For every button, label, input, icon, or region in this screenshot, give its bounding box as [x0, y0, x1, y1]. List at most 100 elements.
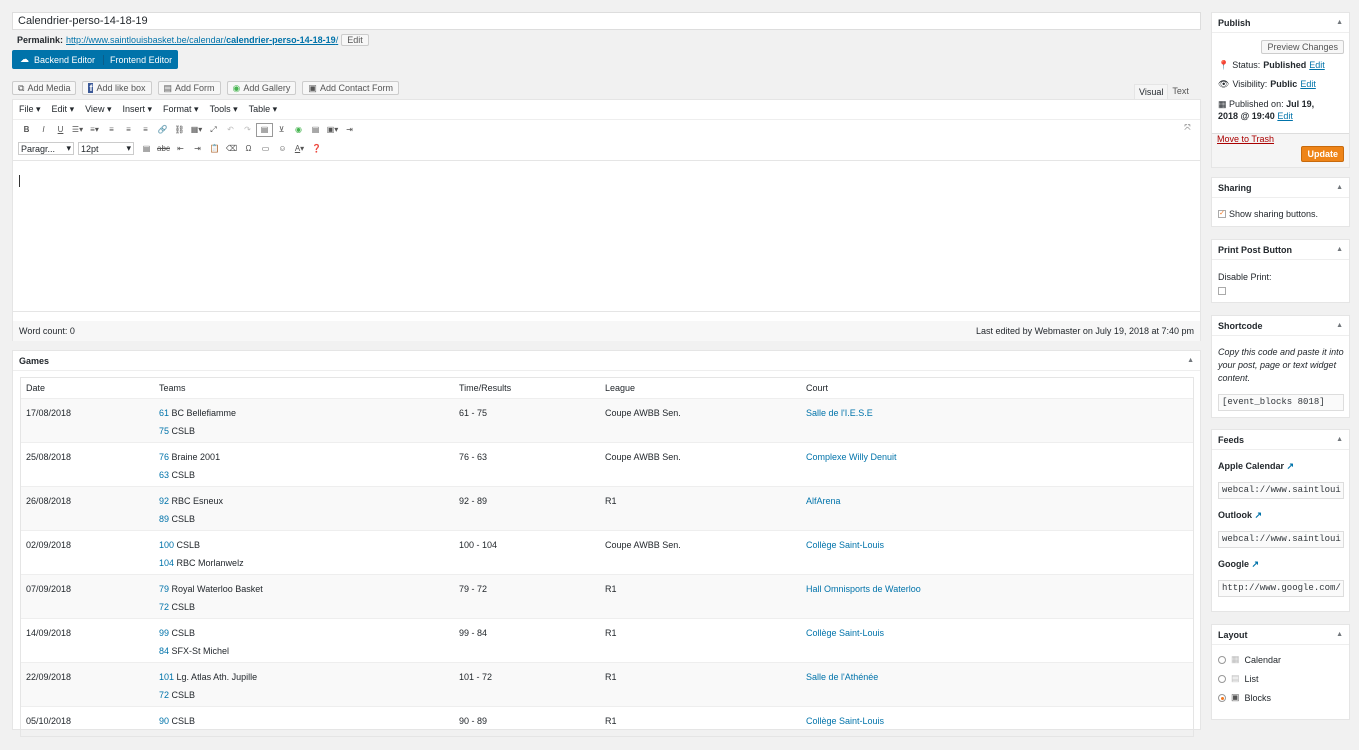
help-icon[interactable]: ❓ — [308, 142, 325, 156]
status-edit-link[interactable]: Edit — [1309, 60, 1325, 71]
add-form-button[interactable]: ▤ Add Form — [157, 81, 221, 95]
toolbar-toggle-icon[interactable]: ▤ — [256, 122, 273, 137]
special-character-icon[interactable]: Ω — [240, 142, 257, 156]
editor-content[interactable] — [13, 160, 1200, 312]
menu-table[interactable]: Table ▾ — [249, 104, 278, 115]
collapse-icon[interactable]: ▲ — [1336, 631, 1343, 638]
unlink-icon[interactable]: ⛓ — [171, 123, 188, 137]
collapse-icon[interactable]: ▲ — [1187, 357, 1194, 364]
strikethrough-icon[interactable]: abc — [155, 142, 172, 156]
add-contact-form-button[interactable]: ▣ Add Contact Form — [302, 81, 399, 95]
radio-list[interactable] — [1218, 674, 1226, 683]
radio-calendar[interactable] — [1218, 655, 1226, 664]
numbered-list-icon[interactable]: ≡▾ — [86, 123, 103, 137]
menu-insert[interactable]: Insert ▾ — [122, 104, 152, 115]
move-to-trash-link[interactable]: Move to Trash — [1217, 134, 1274, 144]
frontend-editor-button[interactable]: Frontend Editor — [103, 54, 178, 65]
games-rows: 17/08/2018 61 BC Bellefiamme 75 CSLB 61 - 7… — [21, 398, 1193, 750]
emoticon-icon[interactable]: ☺ — [274, 142, 291, 156]
game-court-link[interactable]: Collège Saint-Louis — [806, 628, 884, 638]
publish-header[interactable]: Publish ▲ — [1212, 13, 1349, 33]
menu-tools[interactable]: Tools ▾ — [210, 104, 238, 115]
paste-text-icon[interactable]: 📋 — [206, 142, 223, 156]
redo-icon[interactable]: ↷ — [239, 123, 256, 137]
backend-editor-button[interactable]: ☁ Backend Editor — [12, 54, 103, 65]
published-edit-link[interactable]: Edit — [1277, 111, 1293, 121]
shortcode-header[interactable]: Shortcode ▲ — [1212, 316, 1349, 336]
distraction-free-icon[interactable]: ⤧ — [1179, 121, 1196, 135]
print-header[interactable]: Print Post Button ▲ — [1212, 240, 1349, 260]
text-color-icon[interactable]: A ▾ — [291, 142, 308, 156]
shortcode-icon[interactable]: ▣▾ — [324, 123, 341, 137]
sharing-header[interactable]: Sharing ▲ — [1212, 178, 1349, 198]
form-icon[interactable]: ▤ — [307, 123, 324, 137]
sharing-checkbox-row[interactable]: ✓ Show sharing buttons. — [1218, 209, 1318, 219]
external-link-icon[interactable]: ↗ — [1252, 559, 1260, 569]
layout-header[interactable]: Layout ▲ — [1212, 625, 1349, 645]
collapse-icon[interactable]: ▲ — [1336, 184, 1343, 191]
game-court-link[interactable]: Salle de l'Athénée — [806, 672, 878, 682]
game-league: R1 — [605, 716, 617, 726]
visibility-edit-link[interactable]: Edit — [1300, 79, 1316, 90]
align-center-icon[interactable]: ≡ — [120, 123, 137, 137]
tab-text[interactable]: Text — [1168, 84, 1193, 99]
game-court-link[interactable]: Collège Saint-Louis — [806, 540, 884, 550]
game-court-link[interactable]: Collège Saint-Louis — [806, 716, 884, 726]
menu-format[interactable]: Format ▾ — [163, 104, 199, 115]
read-more-icon[interactable]: ⊻ — [273, 123, 290, 137]
layout-option-calendar[interactable]: ▦ Calendar — [1218, 654, 1281, 665]
add-media-button[interactable]: ⧉ Add Media — [12, 81, 77, 95]
indent-icon[interactable]: ⇤ — [172, 142, 189, 156]
add-gallery-button[interactable]: ◉ Add Gallery — [226, 81, 297, 95]
update-button[interactable]: Update — [1301, 146, 1344, 162]
permalink-link[interactable]: http://www.saintlouisbasket.be/calendar/… — [66, 35, 338, 45]
shortcode-field[interactable]: [event_blocks 8018] — [1218, 394, 1344, 411]
feed-google-field[interactable]: http://www.google.com/ — [1218, 580, 1344, 597]
menu-view[interactable]: View ▾ — [85, 104, 111, 115]
radio-blocks[interactable] — [1218, 693, 1226, 702]
external-link-icon[interactable]: ↗ — [1287, 461, 1295, 471]
menu-edit[interactable]: Edit ▾ — [52, 104, 75, 115]
game-court-link[interactable]: Complexe Willy Denuit — [806, 452, 897, 462]
game-court-link[interactable]: Salle de l'I.E.S.E — [806, 408, 873, 418]
collapse-icon[interactable]: ▲ — [1336, 19, 1343, 26]
add-like-box-button[interactable]: f Add like box — [82, 81, 152, 95]
disable-print-checkbox[interactable] — [1218, 287, 1226, 295]
preview-changes-button[interactable]: Preview Changes — [1261, 40, 1344, 54]
outdent-icon[interactable]: ⇥ — [189, 142, 206, 156]
underline-icon[interactable]: U — [52, 123, 69, 137]
games-header[interactable]: Games ▲ — [13, 351, 1200, 371]
export-icon[interactable]: ⇥ — [341, 123, 358, 137]
permalink-edit-button[interactable]: Edit — [341, 34, 369, 46]
feed-apple-field[interactable]: webcal://www.saintloui — [1218, 482, 1344, 499]
collapse-icon[interactable]: ▲ — [1336, 436, 1343, 443]
gallery-icon[interactable]: ◉ — [290, 123, 307, 137]
layout-option-list[interactable]: ▤ List — [1218, 673, 1259, 684]
undo-icon[interactable]: ↶ — [222, 123, 239, 137]
bold-icon[interactable]: B — [18, 123, 35, 137]
format-select[interactable]: Paragr... ▾ — [18, 142, 74, 155]
menu-file[interactable]: File ▾ — [19, 104, 41, 115]
sharing-checkbox[interactable]: ✓ — [1218, 210, 1226, 218]
feeds-header[interactable]: Feeds ▲ — [1212, 430, 1349, 450]
collapse-icon[interactable]: ▲ — [1336, 322, 1343, 329]
justify-icon[interactable]: ▤ — [138, 142, 155, 156]
game-court-link[interactable]: AlfArena — [806, 496, 841, 506]
table-icon[interactable]: ▦▾ — [188, 123, 205, 137]
clear-formatting-icon[interactable]: ⌫ — [223, 142, 240, 156]
collapse-icon[interactable]: ▲ — [1336, 246, 1343, 253]
align-left-icon[interactable]: ≡ — [103, 123, 120, 137]
fullscreen-icon[interactable]: ⤢ — [205, 123, 222, 137]
game-court-link[interactable]: Hall Omnisports de Waterloo — [806, 584, 921, 594]
link-icon[interactable]: 🔗 — [154, 123, 171, 137]
align-right-icon[interactable]: ≡ — [137, 123, 154, 137]
feed-outlook-field[interactable]: webcal://www.saintloui — [1218, 531, 1344, 548]
external-link-icon[interactable]: ↗ — [1255, 510, 1263, 520]
layout-option-blocks[interactable]: ▣ Blocks — [1218, 692, 1271, 703]
title-input[interactable]: Calendrier-perso-14-18-19 — [12, 12, 1201, 30]
bullet-list-icon[interactable]: ☰▾ — [69, 123, 86, 137]
tab-visual[interactable]: Visual — [1134, 84, 1169, 99]
italic-icon[interactable]: I — [35, 123, 52, 137]
font-size-select[interactable]: 12pt ▾ — [78, 142, 134, 155]
horizontal-line-icon[interactable]: ▭ — [257, 142, 274, 156]
